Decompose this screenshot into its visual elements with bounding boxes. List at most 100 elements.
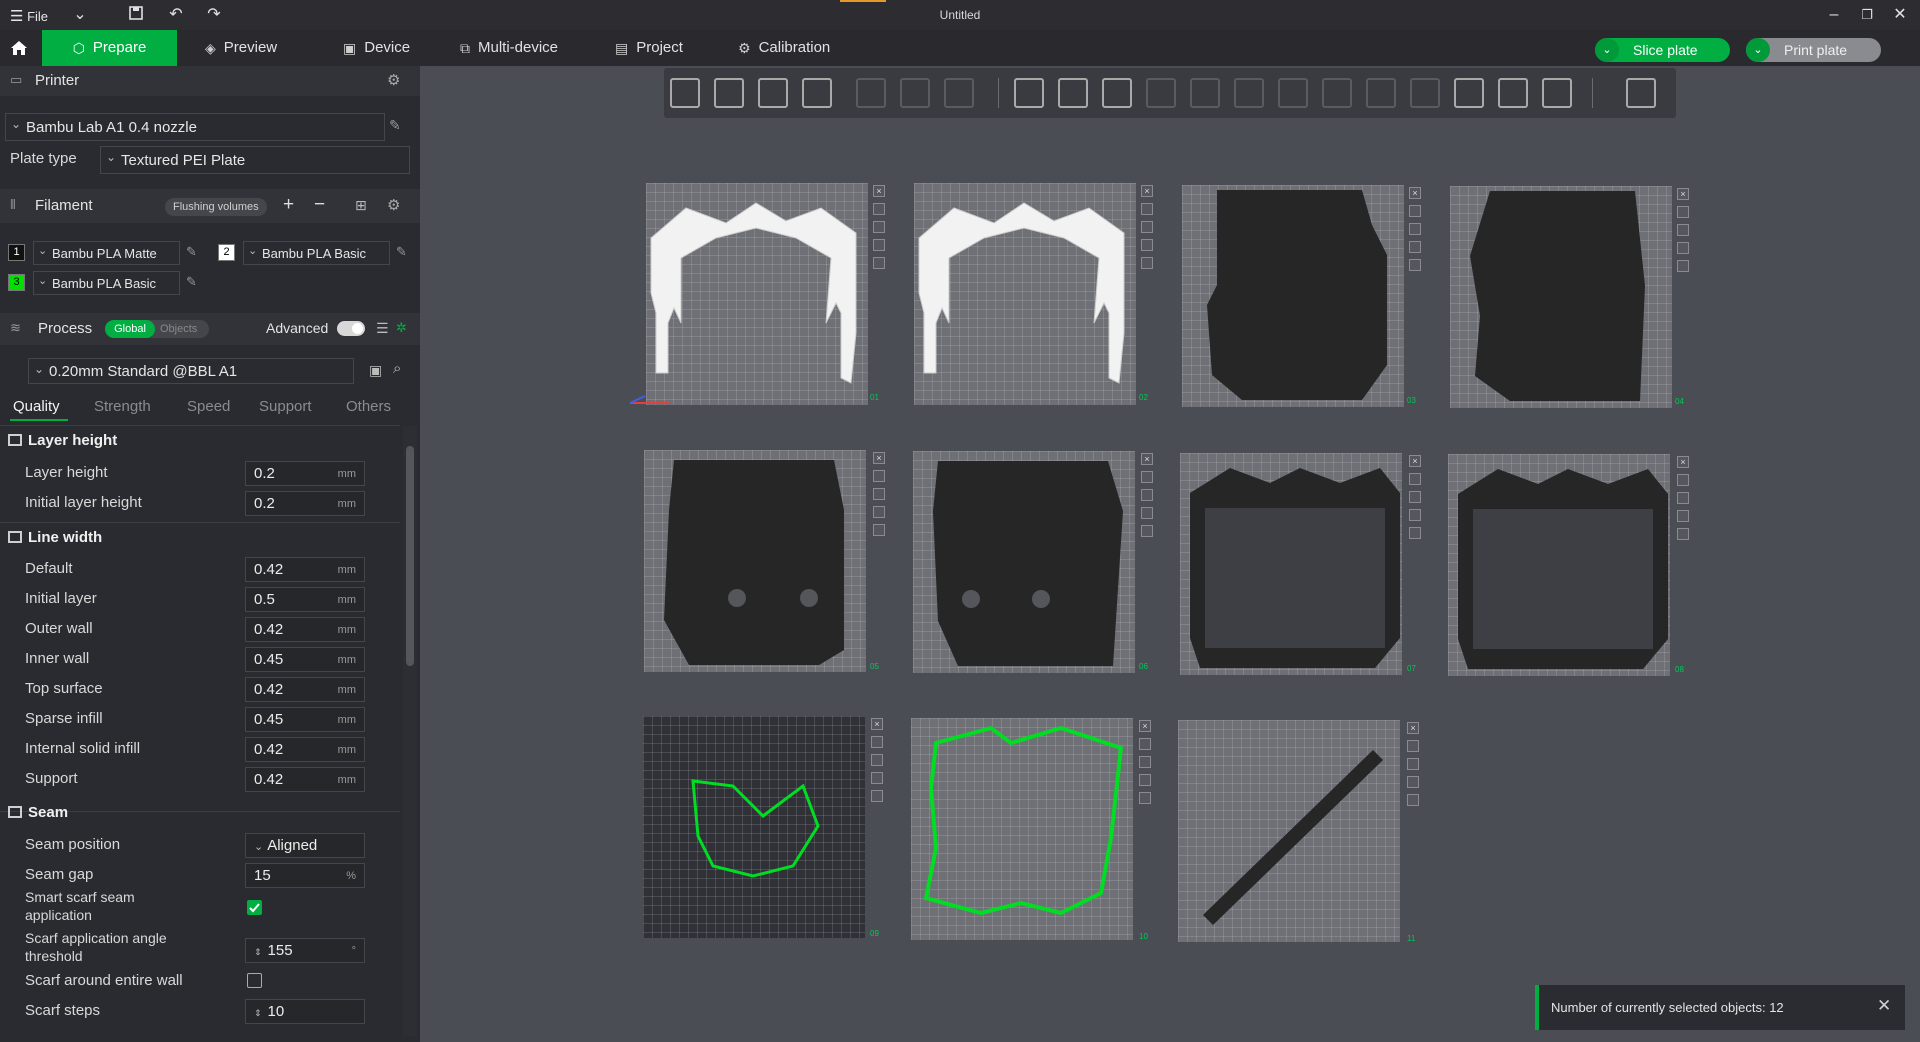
plate-options-icon[interactable] [873, 524, 885, 536]
rotate-icon[interactable] [1058, 78, 1088, 108]
remove-filament-icon[interactable]: − [314, 194, 325, 216]
line-width-internal-solid-infill-input[interactable]: 0.42 mm [245, 737, 365, 762]
filament-slot-1-select[interactable]: ⌄ Bambu PLA Matte [33, 241, 180, 265]
add-filament-icon[interactable]: + [283, 194, 294, 216]
lock-plate-icon[interactable] [1141, 507, 1153, 519]
edit-filament-1-icon[interactable]: ✎ [186, 244, 197, 260]
tab-project[interactable]: ▤ Project [615, 30, 683, 66]
edit-filament-3-icon[interactable]: ✎ [186, 274, 197, 290]
arrange-icon[interactable] [802, 78, 832, 108]
line-width-inner-wall-input[interactable]: 0.45 mm [245, 647, 365, 672]
plate-options-icon[interactable] [1677, 528, 1689, 540]
filament-slot-1-swatch[interactable]: 1 [8, 244, 25, 261]
subtab-speed[interactable]: Speed [187, 398, 230, 415]
variable-layer-icon[interactable] [944, 78, 974, 108]
split-parts-icon[interactable] [900, 78, 930, 108]
line-width-sparse-infill-input[interactable]: 0.45 mm [245, 707, 365, 732]
stepper-icon[interactable]: ⇕ [254, 947, 262, 957]
tab-calibration[interactable]: ⚙ Calibration [738, 30, 830, 66]
arrange-plate-icon[interactable] [1409, 491, 1421, 503]
printer-select[interactable]: ⌄ Bambu Lab A1 0.4 nozzle [5, 113, 385, 141]
plate-11[interactable] [1178, 720, 1400, 942]
global-option[interactable]: Global [105, 320, 155, 338]
close-plate-icon[interactable]: × [1139, 720, 1151, 732]
subtab-support[interactable]: Support [259, 398, 312, 415]
lock-plate-icon[interactable] [1677, 510, 1689, 522]
plate-5[interactable] [644, 450, 866, 672]
global-objects-toggle[interactable]: Global Objects [105, 320, 209, 338]
plate-options-icon[interactable] [1141, 525, 1153, 537]
restore-icon[interactable]: ❐ [1857, 5, 1877, 25]
smart-scarf-checkbox[interactable] [247, 900, 262, 915]
filament-slot-3-select[interactable]: ⌄ Bambu PLA Basic [33, 271, 180, 295]
plate-options-icon[interactable] [873, 257, 885, 269]
print-plate-button[interactable]: ⌄ Print plate [1746, 38, 1881, 62]
plate-4[interactable] [1450, 186, 1672, 408]
lock-plate-icon[interactable] [873, 239, 885, 251]
arrange-plate-icon[interactable] [1141, 489, 1153, 501]
process-preset-select[interactable]: ⌄ 0.20mm Standard @BBL A1 [28, 358, 354, 384]
home-icon[interactable] [10, 30, 32, 66]
arrange-plate-icon[interactable] [873, 221, 885, 233]
objects-option[interactable]: Objects [160, 323, 197, 335]
filament-slot-3-swatch[interactable]: 3 [8, 274, 25, 291]
plate-options-icon[interactable] [1409, 527, 1421, 539]
plate-settings-icon[interactable] [1409, 205, 1421, 217]
filament-slot-2-select[interactable]: ⌄ Bambu PLA Basic [243, 241, 390, 265]
plate-options-icon[interactable] [871, 790, 883, 802]
cut-icon[interactable] [1190, 78, 1220, 108]
plate-3[interactable] [1182, 185, 1404, 407]
line-width-support-input[interactable]: 0.42 mm [245, 767, 365, 792]
scarf-angle-stepper[interactable]: ⇕ 155 ° [245, 938, 365, 963]
search-icon[interactable]: ⌕ [393, 360, 401, 377]
arrange-plate-icon[interactable] [1677, 224, 1689, 236]
scale-icon[interactable] [1102, 78, 1132, 108]
filament-slot-2-swatch[interactable]: 2 [218, 244, 235, 261]
plate-settings-icon[interactable] [871, 736, 883, 748]
arrange-plate-icon[interactable] [1409, 223, 1421, 235]
lock-plate-icon[interactable] [1407, 776, 1419, 788]
plate-settings-icon[interactable] [1407, 740, 1419, 752]
lock-plate-icon[interactable] [1677, 242, 1689, 254]
support-paint-icon[interactable] [1278, 78, 1308, 108]
lock-plate-icon[interactable] [1409, 509, 1421, 521]
subtab-quality[interactable]: Quality [13, 398, 60, 415]
add-object-icon[interactable] [670, 78, 700, 108]
close-plate-icon[interactable]: × [1409, 187, 1421, 199]
add-plate-icon[interactable] [714, 78, 744, 108]
text-icon[interactable] [1366, 78, 1396, 108]
advanced-toggle[interactable] [337, 321, 365, 336]
line-width-outer-wall-input[interactable]: 0.42 mm [245, 617, 365, 642]
printer-settings-icon[interactable]: ⚙ [387, 71, 400, 89]
subtab-strength[interactable]: Strength [94, 398, 151, 415]
auto-orient-icon[interactable] [758, 78, 788, 108]
seam-gap-input[interactable]: 15% [245, 863, 365, 888]
seam-paint-icon[interactable] [1322, 78, 1352, 108]
scarf-entire-wall-checkbox[interactable] [247, 973, 262, 988]
arrange-plate-icon[interactable] [1407, 758, 1419, 770]
plate-6[interactable] [913, 451, 1135, 673]
arrange-plate-icon[interactable] [873, 488, 885, 500]
color-paint-icon[interactable] [1410, 78, 1440, 108]
minimize-icon[interactable]: – [1824, 5, 1844, 25]
save-preset-icon[interactable]: ▣ [369, 362, 382, 379]
plate-options-icon[interactable] [1407, 794, 1419, 806]
lock-plate-icon[interactable] [871, 772, 883, 784]
arrange-plate-icon[interactable] [871, 754, 883, 766]
tab-multi-device[interactable]: ⧉ Multi-device [460, 30, 558, 66]
line-width-initial-layer-input[interactable]: 0.5 mm [245, 587, 365, 612]
plate-options-icon[interactable] [1141, 257, 1153, 269]
scrollbar-thumb[interactable] [406, 446, 414, 666]
close-plate-icon[interactable]: × [1677, 188, 1689, 200]
boolean-icon[interactable] [1234, 78, 1264, 108]
close-plate-icon[interactable]: × [873, 452, 885, 464]
tab-device[interactable]: ▣ Device [343, 30, 410, 66]
lock-plate-icon[interactable] [1141, 239, 1153, 251]
plate-settings-icon[interactable] [873, 203, 885, 215]
close-plate-icon[interactable]: × [873, 185, 885, 197]
scarf-steps-stepper[interactable]: ⇕ 10 [245, 999, 365, 1024]
plate-settings-icon[interactable] [1677, 474, 1689, 486]
plate-options-icon[interactable] [1409, 259, 1421, 271]
plate-settings-icon[interactable] [1409, 473, 1421, 485]
arrange-plate-icon[interactable] [1139, 756, 1151, 768]
